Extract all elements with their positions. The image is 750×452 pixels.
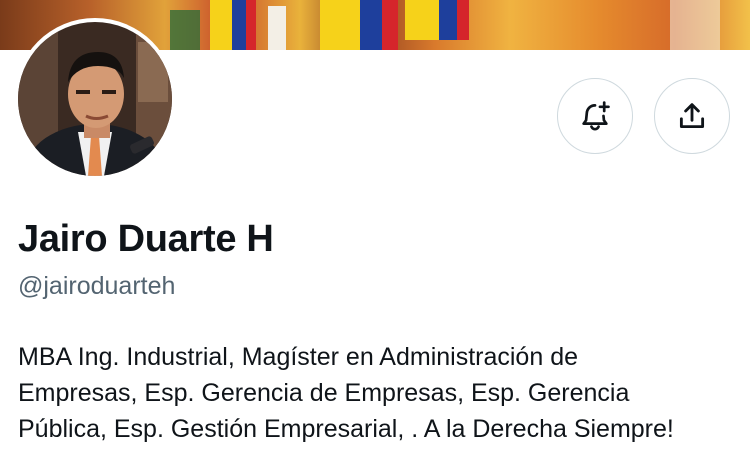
display-name: Jairo Duarte H — [18, 218, 274, 260]
banner-flag — [670, 0, 720, 50]
share-button[interactable] — [654, 78, 730, 154]
banner-flag — [170, 10, 200, 50]
avatar-photo — [18, 22, 172, 176]
banner-flag — [382, 0, 398, 50]
avatar[interactable] — [14, 18, 176, 180]
bio-line: MBA Ing. Industrial, Magíster en Adminis… — [18, 343, 578, 371]
notify-button[interactable] — [557, 78, 633, 154]
bio-line: Empresas, Esp. Gerencia de Empresas, Esp… — [18, 379, 630, 407]
bio-line: Pública, Esp. Gestión Empresarial, . A l… — [18, 415, 674, 443]
banner-flag — [439, 0, 457, 40]
banner-flag — [360, 0, 382, 50]
banner-flag — [246, 0, 256, 50]
bio: MBA Ing. Industrial, Magíster en Adminis… — [18, 339, 743, 447]
banner-flag — [457, 0, 469, 40]
share-upload-icon — [679, 103, 705, 129]
banner-flag — [405, 0, 439, 40]
banner-flag — [210, 0, 232, 50]
banner-flag — [232, 0, 246, 50]
user-handle: @jairoduarteh — [18, 272, 176, 300]
banner-flag — [320, 0, 360, 50]
bell-plus-icon — [582, 101, 610, 131]
banner-flag — [268, 6, 286, 50]
